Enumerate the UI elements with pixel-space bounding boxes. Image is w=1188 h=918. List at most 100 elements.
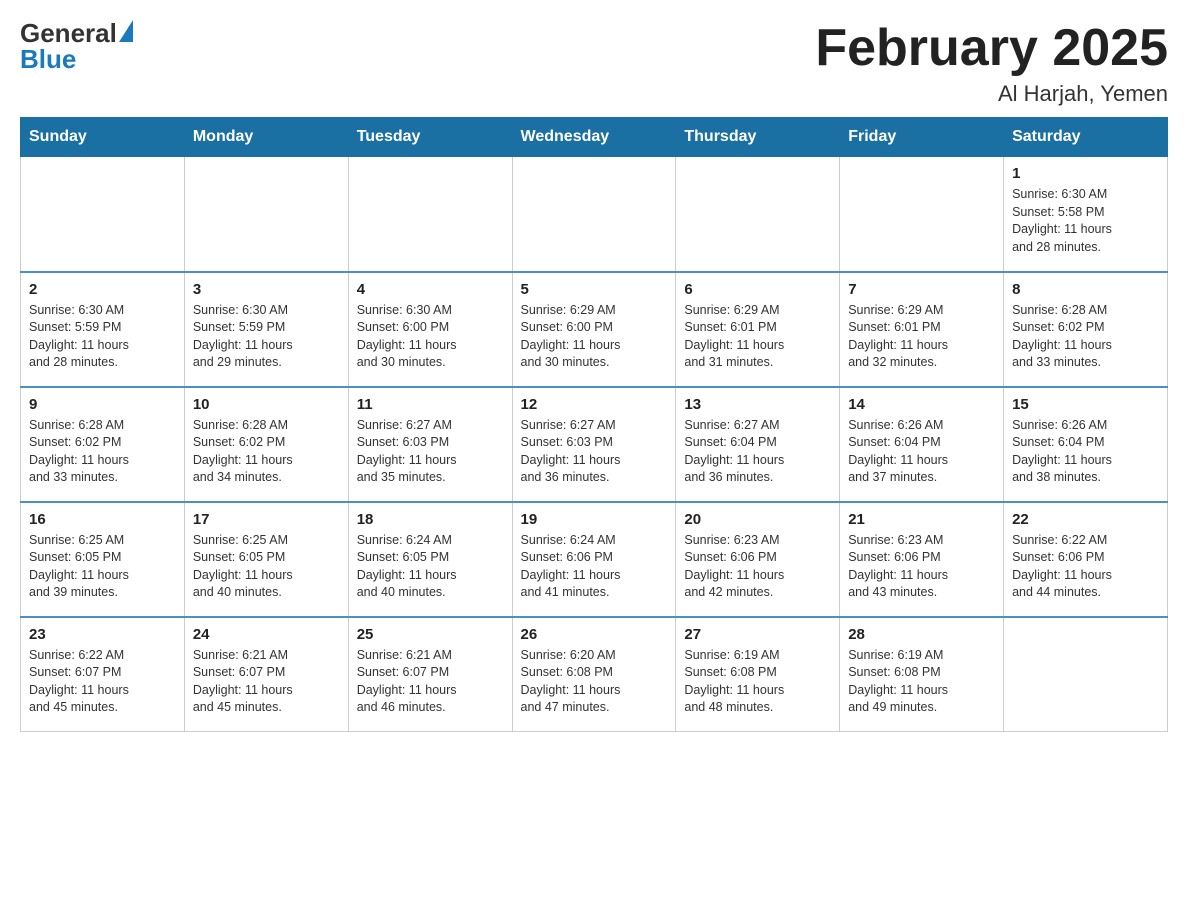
calendar-cell (512, 157, 676, 272)
weekday-header-thursday: Thursday (676, 118, 840, 157)
day-info: Sunrise: 6:20 AM Sunset: 6:08 PM Dayligh… (521, 647, 668, 717)
day-info: Sunrise: 6:22 AM Sunset: 6:06 PM Dayligh… (1012, 532, 1159, 602)
day-number: 16 (29, 511, 176, 528)
weekday-header-friday: Friday (840, 118, 1004, 157)
calendar-cell: 28 Sunrise: 6:19 AM Sunset: 6:08 PM Dayli… (840, 617, 1004, 732)
weekday-header-monday: Monday (184, 118, 348, 157)
calendar-table: SundayMondayTuesdayWednesdayThursdayFrid… (20, 117, 1168, 732)
weekday-header-row: SundayMondayTuesdayWednesdayThursdayFrid… (21, 118, 1168, 157)
day-number: 22 (1012, 511, 1159, 528)
day-number: 11 (357, 396, 504, 413)
weekday-header-saturday: Saturday (1004, 118, 1168, 157)
calendar-cell: 18 Sunrise: 6:24 AM Sunset: 6:05 PM Dayli… (348, 502, 512, 617)
day-info: Sunrise: 6:27 AM Sunset: 6:03 PM Dayligh… (521, 417, 668, 487)
calendar-cell: 16 Sunrise: 6:25 AM Sunset: 6:05 PM Dayli… (21, 502, 185, 617)
day-info: Sunrise: 6:19 AM Sunset: 6:08 PM Dayligh… (684, 647, 831, 717)
calendar-cell: 25 Sunrise: 6:21 AM Sunset: 6:07 PM Dayli… (348, 617, 512, 732)
day-info: Sunrise: 6:30 AM Sunset: 6:00 PM Dayligh… (357, 302, 504, 372)
calendar-cell: 15Sunrise: 6:26 AM Sunset: 6:04 PM Dayli… (1004, 387, 1168, 502)
calendar-cell: 10 Sunrise: 6:28 AM Sunset: 6:02 PM Dayli… (184, 387, 348, 502)
day-info: Sunrise: 6:30 AM Sunset: 5:58 PM Dayligh… (1012, 186, 1159, 256)
calendar-cell: 24 Sunrise: 6:21 AM Sunset: 6:07 PM Dayli… (184, 617, 348, 732)
day-number: 5 (521, 281, 668, 298)
day-number: 17 (193, 511, 340, 528)
day-number: 4 (357, 281, 504, 298)
calendar-cell: 14 Sunrise: 6:26 AM Sunset: 6:04 PM Dayli… (840, 387, 1004, 502)
calendar-cell: 1 Sunrise: 6:30 AM Sunset: 5:58 PM Daylig… (1004, 157, 1168, 272)
day-info: Sunrise: 6:23 AM Sunset: 6:06 PM Dayligh… (684, 532, 831, 602)
day-info: Sunrise: 6:21 AM Sunset: 6:07 PM Dayligh… (193, 647, 340, 717)
calendar-cell: 13Sunrise: 6:27 AM Sunset: 6:04 PM Dayli… (676, 387, 840, 502)
calendar-cell: 21 Sunrise: 6:23 AM Sunset: 6:06 PM Dayli… (840, 502, 1004, 617)
day-info: Sunrise: 6:26 AM Sunset: 6:04 PM Dayligh… (848, 417, 995, 487)
calendar-cell: 9 Sunrise: 6:28 AM Sunset: 6:02 PM Daylig… (21, 387, 185, 502)
calendar-subtitle: Al Harjah, Yemen (815, 81, 1168, 107)
calendar-week-row: 9 Sunrise: 6:28 AM Sunset: 6:02 PM Daylig… (21, 387, 1168, 502)
day-number: 6 (684, 281, 831, 298)
day-info: Sunrise: 6:29 AM Sunset: 6:01 PM Dayligh… (684, 302, 831, 372)
calendar-cell: 27 Sunrise: 6:19 AM Sunset: 6:08 PM Dayli… (676, 617, 840, 732)
day-number: 25 (357, 626, 504, 643)
day-info: Sunrise: 6:21 AM Sunset: 6:07 PM Dayligh… (357, 647, 504, 717)
calendar-cell: 6 Sunrise: 6:29 AM Sunset: 6:01 PM Daylig… (676, 272, 840, 387)
day-info: Sunrise: 6:24 AM Sunset: 6:06 PM Dayligh… (521, 532, 668, 602)
logo-blue-text: Blue (20, 46, 133, 72)
day-number: 20 (684, 511, 831, 528)
calendar-title: February 2025 (815, 20, 1168, 77)
calendar-cell: 3 Sunrise: 6:30 AM Sunset: 5:59 PM Daylig… (184, 272, 348, 387)
calendar-cell: 8Sunrise: 6:28 AM Sunset: 6:02 PM Daylig… (1004, 272, 1168, 387)
day-number: 27 (684, 626, 831, 643)
day-info: Sunrise: 6:23 AM Sunset: 6:06 PM Dayligh… (848, 532, 995, 602)
day-info: Sunrise: 6:30 AM Sunset: 5:59 PM Dayligh… (193, 302, 340, 372)
calendar-week-row: 16 Sunrise: 6:25 AM Sunset: 6:05 PM Dayli… (21, 502, 1168, 617)
day-number: 18 (357, 511, 504, 528)
calendar-cell: 23Sunrise: 6:22 AM Sunset: 6:07 PM Dayli… (21, 617, 185, 732)
day-number: 24 (193, 626, 340, 643)
calendar-week-row: 2 Sunrise: 6:30 AM Sunset: 5:59 PM Daylig… (21, 272, 1168, 387)
calendar-cell (840, 157, 1004, 272)
calendar-cell (348, 157, 512, 272)
calendar-cell: 20 Sunrise: 6:23 AM Sunset: 6:06 PM Dayli… (676, 502, 840, 617)
calendar-cell: 7 Sunrise: 6:29 AM Sunset: 6:01 PM Daylig… (840, 272, 1004, 387)
day-number: 19 (521, 511, 668, 528)
calendar-cell: 5Sunrise: 6:29 AM Sunset: 6:00 PM Daylig… (512, 272, 676, 387)
page-header: General Blue February 2025 Al Harjah, Ye… (20, 20, 1168, 107)
day-info: Sunrise: 6:28 AM Sunset: 6:02 PM Dayligh… (193, 417, 340, 487)
day-number: 26 (521, 626, 668, 643)
day-info: Sunrise: 6:19 AM Sunset: 6:08 PM Dayligh… (848, 647, 995, 717)
day-info: Sunrise: 6:25 AM Sunset: 6:05 PM Dayligh… (29, 532, 176, 602)
weekday-header-tuesday: Tuesday (348, 118, 512, 157)
day-info: Sunrise: 6:28 AM Sunset: 6:02 PM Dayligh… (1012, 302, 1159, 372)
logo: General Blue (20, 20, 133, 72)
day-number: 2 (29, 281, 176, 298)
day-number: 10 (193, 396, 340, 413)
day-number: 15 (1012, 396, 1159, 413)
day-number: 7 (848, 281, 995, 298)
day-number: 21 (848, 511, 995, 528)
day-info: Sunrise: 6:29 AM Sunset: 6:01 PM Dayligh… (848, 302, 995, 372)
logo-general-text: General (20, 20, 117, 46)
day-number: 1 (1012, 165, 1159, 182)
calendar-cell: 19 Sunrise: 6:24 AM Sunset: 6:06 PM Dayli… (512, 502, 676, 617)
day-info: Sunrise: 6:27 AM Sunset: 6:04 PM Dayligh… (684, 417, 831, 487)
calendar-cell (676, 157, 840, 272)
day-info: Sunrise: 6:28 AM Sunset: 6:02 PM Dayligh… (29, 417, 176, 487)
day-info: Sunrise: 6:22 AM Sunset: 6:07 PM Dayligh… (29, 647, 176, 717)
day-info: Sunrise: 6:24 AM Sunset: 6:05 PM Dayligh… (357, 532, 504, 602)
calendar-week-row: 1 Sunrise: 6:30 AM Sunset: 5:58 PM Daylig… (21, 157, 1168, 272)
day-number: 28 (848, 626, 995, 643)
calendar-cell (1004, 617, 1168, 732)
calendar-cell (21, 157, 185, 272)
day-number: 14 (848, 396, 995, 413)
calendar-cell: 11Sunrise: 6:27 AM Sunset: 6:03 PM Dayli… (348, 387, 512, 502)
calendar-cell: 17 Sunrise: 6:25 AM Sunset: 6:05 PM Dayli… (184, 502, 348, 617)
day-number: 3 (193, 281, 340, 298)
calendar-cell (184, 157, 348, 272)
calendar-week-row: 23Sunrise: 6:22 AM Sunset: 6:07 PM Dayli… (21, 617, 1168, 732)
day-number: 12 (521, 396, 668, 413)
calendar-cell: 2Sunrise: 6:30 AM Sunset: 5:59 PM Daylig… (21, 272, 185, 387)
calendar-cell: 22 Sunrise: 6:22 AM Sunset: 6:06 PM Dayli… (1004, 502, 1168, 617)
calendar-cell: 12 Sunrise: 6:27 AM Sunset: 6:03 PM Dayli… (512, 387, 676, 502)
day-number: 9 (29, 396, 176, 413)
day-info: Sunrise: 6:25 AM Sunset: 6:05 PM Dayligh… (193, 532, 340, 602)
